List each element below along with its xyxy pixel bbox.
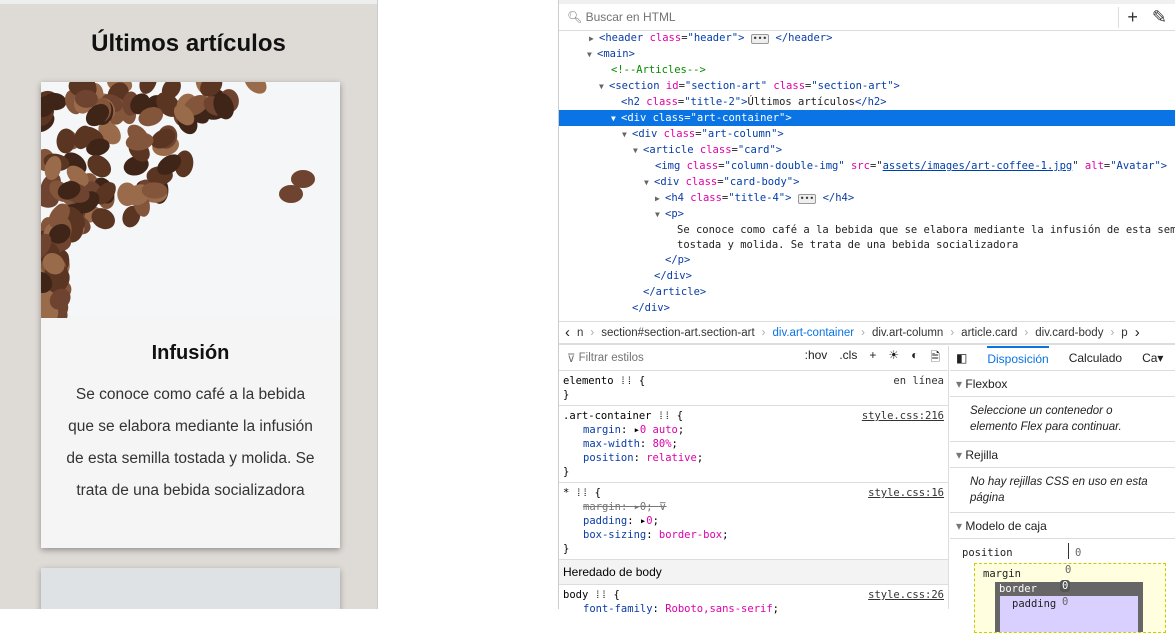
box-model: position 0 margin 0 border 0 padding 0 <box>950 539 1175 633</box>
breadcrumb-back-icon[interactable]: ‹ <box>565 324 570 341</box>
coffee-bean <box>291 170 315 188</box>
node-h4[interactable]: ▶ <h4 class="title-4"> ••• </h4> <box>559 190 1175 206</box>
inherited-header: Heredado de body <box>559 560 948 585</box>
tab-computed[interactable]: Calculado <box>1069 351 1122 365</box>
source-link[interactable]: style.css:16 <box>868 486 944 500</box>
filter-icon[interactable]: ⊽ <box>659 501 667 513</box>
card-text: Se conoce como café a la bebida que se e… <box>66 386 315 499</box>
light-theme-icon[interactable]: ☀ <box>888 348 899 369</box>
add-node-icon[interactable]: + <box>1127 7 1138 28</box>
breadcrumb-item[interactable]: n <box>577 327 583 339</box>
tab-more[interactable]: Ca▾ <box>1142 351 1163 365</box>
node-article[interactable]: ▼ <article class="card"> <box>559 142 1175 158</box>
breadcrumb-item[interactable]: div.art-column <box>872 327 943 339</box>
article-card: Infusión Se conoce como café a la bebida… <box>41 82 340 548</box>
rule-art-container[interactable]: style.css:216 .art-container ⁞⁞ { margin:… <box>559 406 948 483</box>
node-art-container[interactable]: ▼ <div class="art-container"> <box>559 110 1175 126</box>
breadcrumb-forward-icon[interactable]: › <box>1135 324 1140 341</box>
node-h2[interactable]: <h2 class="title-2">Últimos artículos</h… <box>559 94 1175 110</box>
markup-tree[interactable]: ▶ <header class="header"> ••• </header> ▼… <box>559 30 1175 316</box>
node-text[interactable]: Se conoce como café a la bebida que se e… <box>559 222 1175 238</box>
node-p[interactable]: ▼ <p> <box>559 206 1175 222</box>
node-comment[interactable]: <!--Articles--> <box>559 62 1175 78</box>
node-main[interactable]: ▼ <main> <box>559 46 1175 62</box>
node-card-body[interactable]: ▼ <div class="card-body"> <box>559 174 1175 190</box>
card-title: Infusión <box>151 342 230 364</box>
node-div-close: </div> <box>632 302 670 314</box>
img-src-link[interactable]: assets/images/art-coffee-1.jpg <box>883 160 1073 172</box>
node-div-close: </div> <box>654 270 692 282</box>
breadcrumb-item[interactable]: article.card <box>961 327 1017 339</box>
flexbox-note: Seleccione un contenedor o elemento Flex… <box>950 397 1175 442</box>
add-rule-icon[interactable]: + <box>869 348 876 369</box>
section-flexbox[interactable]: Flexbox <box>950 371 1175 397</box>
breadcrumb-item[interactable]: section#section-art.section-art <box>601 327 754 339</box>
source-link[interactable]: style.css:26 <box>868 588 944 602</box>
rule-body[interactable]: style.css:26 body ⁞⁞ { font-family: Robot… <box>559 585 948 619</box>
html-search[interactable]: 🔍︎ Buscar en HTML + ✎ <box>559 0 1175 31</box>
tab-layout[interactable]: Disposición <box>987 346 1049 370</box>
article-card-2 <box>41 568 340 609</box>
node-text[interactable]: tostada y molida. Se trata de una bebida… <box>559 238 1175 252</box>
node-header[interactable]: ▶ <header class="header"> ••• </header> <box>559 30 1175 46</box>
rule-universal[interactable]: style.css:16 * ⁞⁞ { margin: ▸0; ⊽ padding… <box>559 483 948 560</box>
hov-button[interactable]: :hov <box>805 348 828 369</box>
filter-icon: ⊽ <box>567 353 576 365</box>
eyedropper-icon[interactable]: ✎ <box>1152 7 1167 28</box>
section-box-model[interactable]: Modelo de caja <box>950 513 1175 539</box>
dark-theme-icon[interactable]: ◐ <box>911 348 918 369</box>
coffee-bean <box>279 185 303 203</box>
section-grid[interactable]: Rejilla <box>950 442 1175 468</box>
breadcrumb-item[interactable]: div.card-body <box>1035 327 1103 339</box>
breadcrumb-item-current[interactable]: div.art-container <box>773 327 855 339</box>
coffee-beans-image <box>41 82 340 318</box>
rule-element[interactable]: en línea elemento ⁞⁞ {} <box>559 371 948 406</box>
print-icon[interactable]: 🗎 <box>930 348 940 369</box>
page-title: Últimos artículos <box>91 30 286 57</box>
rules-panel: ⊽ Filtrar estilos :hov .cls + ☀ ◐ 🗎 en línea e… <box>559 346 949 615</box>
grid-note: No hay rejillas CSS en uso en esta págin… <box>950 468 1175 513</box>
breadcrumb: ‹ n › section#section-art.section-art › di… <box>559 321 1175 345</box>
viewport-blank <box>377 0 558 609</box>
layout-panel: ◧ Disposición Calculado Ca▾ Flexbox Sele… <box>950 346 1175 633</box>
node-article-close: </article> <box>643 286 707 298</box>
node-art-column[interactable]: ▼ <div class="art-column"> <box>559 126 1175 142</box>
node-p-close: </p> <box>665 254 691 266</box>
page-viewport: Últimos artículos Infusión Se conoce com… <box>0 0 377 609</box>
ellipsis-icon[interactable]: ••• <box>797 194 817 204</box>
source-link[interactable]: style.css:216 <box>862 409 944 423</box>
search-icon: 🔍︎ <box>567 10 583 24</box>
node-img[interactable]: <img class="column-double-img" src="asse… <box>559 158 1175 174</box>
devtools-panel: 🔍︎ Buscar en HTML + ✎ ▶ <header class="hea… <box>558 0 1175 633</box>
toggle-sidebar-icon[interactable]: ◧ <box>956 351 967 365</box>
cls-button[interactable]: .cls <box>839 348 857 369</box>
ellipsis-icon[interactable]: ••• <box>750 34 770 44</box>
filter-styles-input[interactable]: Filtrar estilos <box>579 352 644 364</box>
search-input[interactable]: Buscar en HTML <box>586 10 676 24</box>
node-section[interactable]: ▼ <section id="section-art" class="sectio… <box>559 78 1175 94</box>
breadcrumb-item[interactable]: p <box>1121 327 1127 339</box>
